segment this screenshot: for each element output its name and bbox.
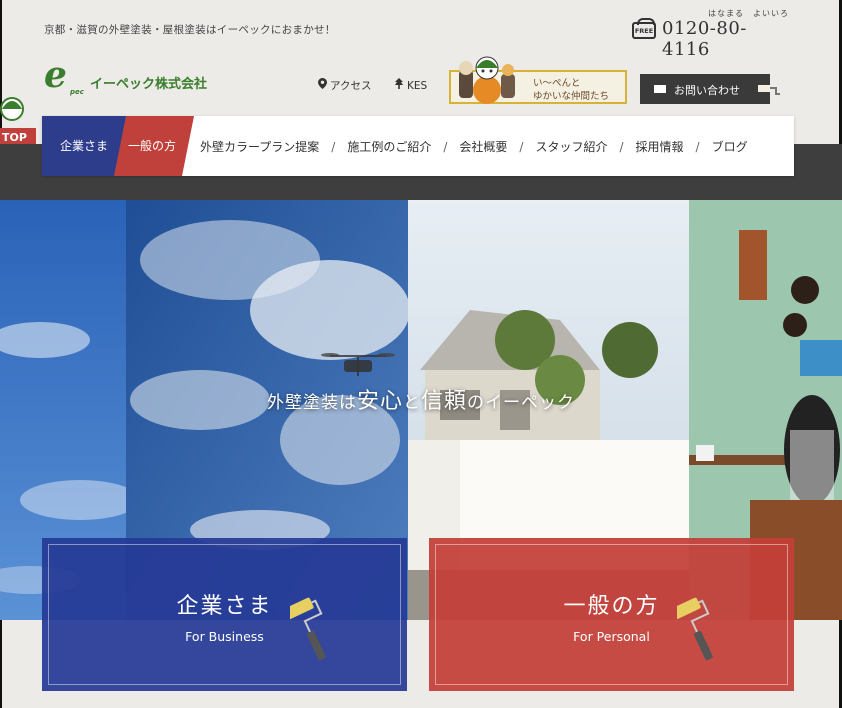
nav-item-recruit[interactable]: 採用情報 <box>636 138 684 155</box>
mail-icon <box>654 85 666 93</box>
logo-sub: pec <box>70 88 84 96</box>
paint-roller-icon <box>758 85 780 95</box>
mascot-illustration <box>459 56 515 104</box>
catch-part-2: 安心 <box>356 389 403 414</box>
business-card-button[interactable]: 企業さま For Business <box>42 538 407 691</box>
paint-roller-icon <box>677 597 713 661</box>
leaf-icon <box>394 78 404 92</box>
company-name: イーペック株式会社 <box>90 77 208 92</box>
nav-corporate[interactable]: 企業さま <box>42 116 126 176</box>
nav-separator: / <box>519 140 524 154</box>
nav-item-staff[interactable]: スタッフ紹介 <box>535 138 607 155</box>
phone-contact[interactable]: はなまる よいいろ FREE 0120-80-4116 <box>630 8 790 60</box>
catch-part-3: と <box>403 393 421 413</box>
business-subtitle: For Business <box>185 629 264 644</box>
logo-mark: e <box>44 54 67 96</box>
global-nav: 企業さま 一般の方 外壁カラープラン提案 / 施工例のご紹介 / 会社概要 / スタッフ紹介… <box>42 116 794 176</box>
mascot-banner[interactable]: い～ぺんと ゆかいな仲間たち <box>449 56 627 104</box>
kes-label: KES <box>407 80 428 92</box>
paint-roller-icon <box>290 597 326 661</box>
contact-button[interactable]: お問い合わせ <box>640 74 780 104</box>
business-title: 企業さま <box>176 594 273 619</box>
nav-separator: / <box>331 140 336 154</box>
nav-item-blog[interactable]: ブログ <box>712 138 748 155</box>
nav-separator: / <box>695 140 700 154</box>
contact-label: お問い合わせ <box>674 84 740 97</box>
nav-item-works[interactable]: 施工例のご紹介 <box>347 138 431 155</box>
nav-links: 外壁カラープラン提案 / 施工例のご紹介 / 会社概要 / スタッフ紹介 / 採用情報 / ブログ <box>200 138 748 155</box>
personal-title: 一般の方 <box>563 594 660 619</box>
nav-personal[interactable]: 一般の方 <box>114 116 194 176</box>
site-tagline: 京都・滋賀の外壁塗装・屋根塗装はイーペックにおまかせ！ <box>44 24 336 36</box>
kes-link[interactable]: KES <box>394 78 427 92</box>
top-badge-label: TOP <box>2 131 27 144</box>
free-dial-icon: FREE <box>632 18 656 39</box>
personal-card-button[interactable]: 一般の方 For Personal <box>429 538 794 691</box>
banner-line-2: ゆかいな仲間たち <box>533 91 610 102</box>
phone-number[interactable]: 0120-80-4116 <box>662 18 790 60</box>
access-label: アクセス <box>330 80 372 92</box>
map-pin-icon <box>318 78 327 92</box>
nav-item-company[interactable]: 会社概要 <box>459 138 507 155</box>
personal-subtitle: For Personal <box>573 629 650 644</box>
hero-catchcopy: 外壁塗装は安心と信頼のイーペック <box>0 383 842 415</box>
nav-item-color-plan[interactable]: 外壁カラープラン提案 <box>200 138 319 155</box>
banner-line-1: い～ぺんと <box>533 78 581 89</box>
catch-part-4: 信頼 <box>421 389 468 414</box>
nav-separator: / <box>443 140 448 154</box>
catch-part-1: 外壁塗装は <box>266 393 357 413</box>
nav-separator: / <box>619 140 624 154</box>
catch-part-5: のイーペック <box>467 393 576 413</box>
access-link[interactable]: アクセス <box>318 78 371 93</box>
